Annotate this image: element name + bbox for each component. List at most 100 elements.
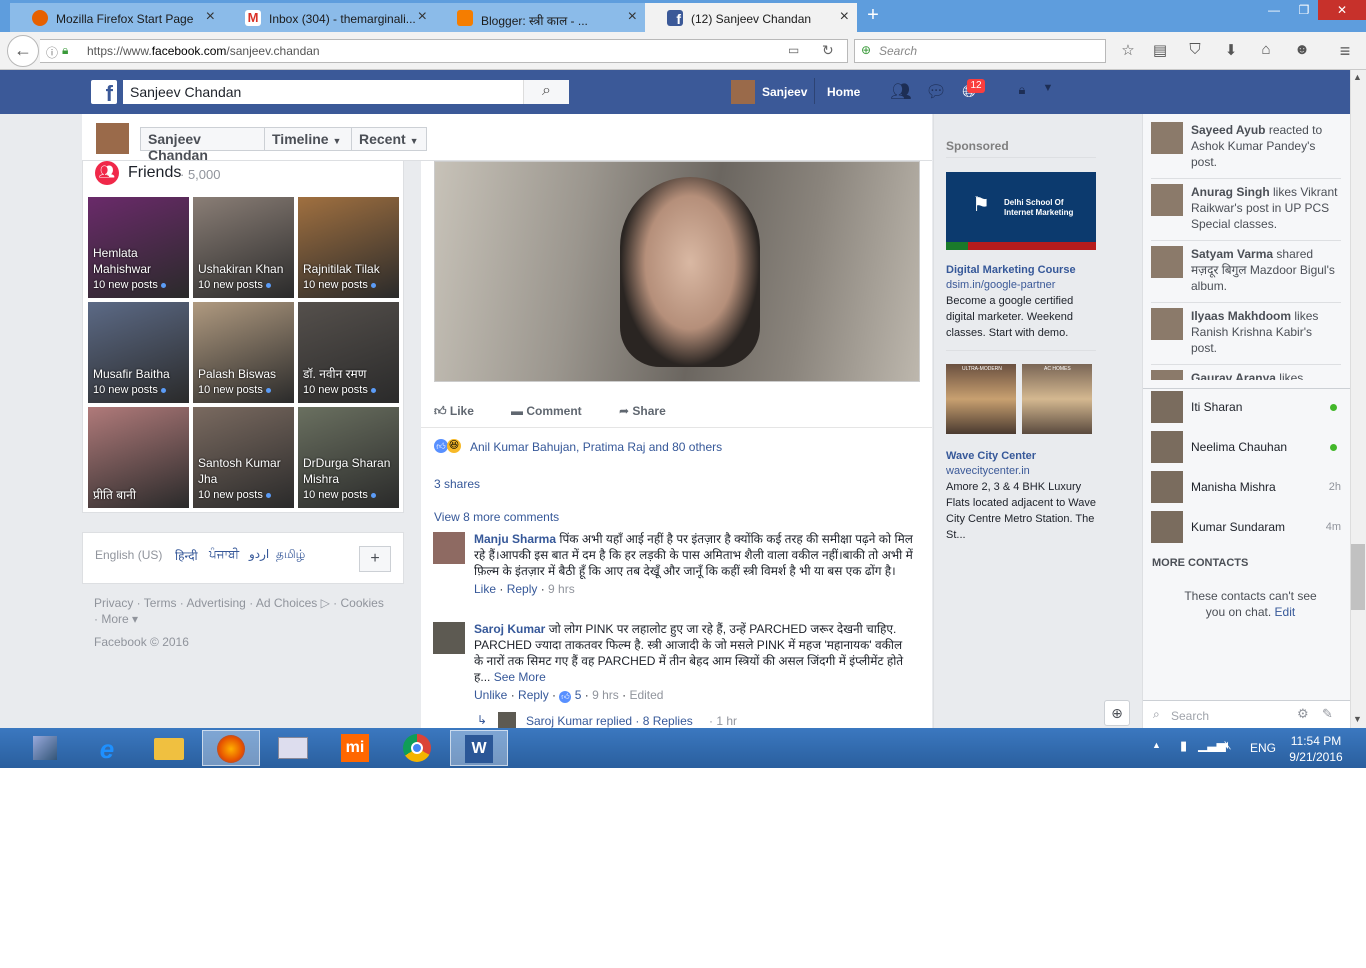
comment-unlike-link[interactable]: Unlike [474, 688, 507, 702]
tab-gmail-inbox[interactable]: M Inbox (304) - themarginali... × [223, 3, 435, 32]
friend-name[interactable]: Rajnitilak Tilak [303, 261, 380, 277]
footer-link-advertising[interactable]: Advertising [186, 596, 245, 610]
chat-search-bar[interactable]: ⌕ Search ⚙ ✎ [1143, 700, 1350, 728]
ad-image[interactable]: AC HOMES [1022, 364, 1092, 434]
friend-name[interactable]: प्रीति बानी [93, 487, 136, 503]
chat-contact[interactable]: Iti Sharan [1151, 391, 1341, 423]
hello-icon[interactable]: ☻ [1292, 41, 1312, 61]
url-bar[interactable]: ⓘ 🔒︎ https://www.facebook.com/sanjeev.ch… [40, 39, 848, 63]
close-icon[interactable]: × [418, 8, 427, 26]
pocket-icon[interactable]: ⛉ [1185, 41, 1205, 61]
comment-author[interactable]: Saroj Kumar [474, 622, 545, 636]
reading-list-icon[interactable]: ▤ [1150, 41, 1170, 61]
new-tab-button[interactable]: + [862, 4, 884, 28]
ticker-item[interactable]: Anurag Singh likes Vikrant Raikwar's pos… [1151, 184, 1341, 232]
timeline-tab[interactable]: Timeline ▼ [264, 127, 352, 151]
post-image[interactable] [434, 161, 920, 382]
facebook-logo[interactable]: f [91, 80, 117, 106]
mi-icon[interactable]: mi [326, 730, 384, 766]
windows-start-icon[interactable] [16, 730, 74, 766]
friend-tile[interactable]: Rajnitilak Tilak 10 new posts [298, 197, 399, 298]
comment-like-link[interactable]: Like [474, 582, 496, 596]
recent-tab[interactable]: Recent ▼ [351, 127, 427, 151]
chrome-icon[interactable] [388, 730, 446, 766]
language-indicator[interactable]: ENG [1250, 741, 1276, 755]
gear-icon[interactable]: ⚙ [1297, 706, 1309, 722]
profile-link[interactable]: Sanjeev [762, 85, 807, 99]
ticker-item[interactable]: Ilyaas Makhdoom likes Ranish Krishna Kab… [1151, 308, 1341, 356]
language-tamil[interactable]: தமிழ் [276, 547, 305, 563]
home-link[interactable]: Home [827, 85, 860, 99]
friends-title[interactable]: Friends [128, 164, 181, 182]
friend-tile[interactable]: DrDurga Sharan Mishra 10 new posts [298, 407, 399, 508]
comment-button[interactable]: ▬ Comment [511, 404, 582, 418]
share-button[interactable]: ➦ Share [619, 404, 666, 418]
tray-arrow-icon[interactable]: ▲ [1152, 740, 1161, 750]
info-icon[interactable]: ⓘ [46, 44, 58, 61]
tab-firefox-start[interactable]: Mozilla Firefox Start Page × [10, 3, 223, 32]
footer-link-privacy[interactable]: Privacy [94, 596, 133, 610]
privacy-shortcuts-icon[interactable]: 🔒︎ [1010, 82, 1034, 102]
comment-author[interactable]: Manju Sharma [474, 532, 556, 546]
language-punjabi[interactable]: ਪੰਜਾਬੀ [209, 547, 239, 562]
browser-search-input[interactable]: ⊕ Search [854, 39, 1106, 63]
friend-name[interactable]: DrDurga Sharan Mishra [303, 455, 399, 487]
friend-name[interactable]: Santosh Kumar Jha [198, 455, 294, 487]
compose-icon[interactable]: ✎ [1322, 706, 1333, 722]
friend-tile[interactable]: डॉ. नवीन रमण 10 new posts [298, 302, 399, 403]
friend-name[interactable]: Palash Biswas [198, 366, 276, 382]
footer-link-ad-choices[interactable]: Ad Choices [256, 596, 317, 610]
comment-like-count[interactable]: 5 [575, 688, 582, 702]
ad-image[interactable]: ⚑ Delhi School Of Internet Marketing [946, 172, 1096, 250]
account-menu-icon[interactable]: ▼ [1036, 82, 1060, 102]
avatar[interactable] [96, 123, 129, 154]
facebook-search-input[interactable]: Sanjeev Chandan [123, 80, 569, 104]
ad-title[interactable]: Wave City Center [946, 450, 1036, 462]
firefox-taskbar-icon[interactable] [202, 730, 260, 766]
edit-link[interactable]: Edit [1275, 605, 1296, 619]
close-icon[interactable]: × [206, 8, 215, 26]
ad-image[interactable]: ULTRA-MODERN [946, 364, 1016, 434]
ad-url[interactable]: dsim.in/google-partner [946, 279, 1055, 291]
footer-link-terms[interactable]: Terms [144, 596, 177, 610]
scroll-up-icon[interactable]: ▲ [1353, 72, 1362, 82]
reader-view-icon[interactable]: ▭ [788, 43, 799, 57]
battery-icon[interactable]: ▮ [1180, 738, 1187, 754]
maximize-button[interactable]: ❐ [1290, 0, 1318, 20]
ticker-item[interactable]: Satyam Varma shared मज़दूर बिगुल Mazdoor… [1151, 246, 1341, 294]
chat-contact[interactable]: Kumar Sundaram 4m [1151, 511, 1341, 543]
see-more-link[interactable]: See More [494, 670, 546, 684]
language-urdu[interactable]: اردو [249, 547, 269, 561]
volume-icon[interactable]: 🔇︎ [1224, 738, 1232, 753]
comment-time[interactable]: 9 hrs [548, 582, 575, 596]
word-icon[interactable]: W [450, 730, 508, 766]
close-icon[interactable]: × [628, 8, 637, 26]
timeline-name-link[interactable]: Sanjeev Chandan [140, 127, 265, 163]
ticker-item[interactable]: Sayeed Ayub reacted to Ashok Kumar Pande… [1151, 122, 1341, 170]
home-icon[interactable]: ⌂ [1256, 41, 1276, 61]
keyboard-icon[interactable] [264, 730, 322, 766]
language-hindi[interactable]: हिन्दी [175, 547, 198, 564]
avatar[interactable] [433, 532, 465, 564]
back-button[interactable]: ← [7, 35, 39, 67]
friend-requests-icon[interactable]: 👥︎ [889, 82, 913, 102]
footer-link-more[interactable]: More [101, 612, 128, 626]
add-language-button[interactable]: + [359, 546, 391, 572]
friend-tile[interactable]: Musafir Baitha 10 new posts [88, 302, 189, 403]
friend-tile[interactable]: Hemlata Mahishwar 10 new posts [88, 197, 189, 298]
ad-url[interactable]: wavecitycenter.in [946, 465, 1030, 477]
friend-name[interactable]: Hemlata Mahishwar [93, 245, 189, 277]
chat-contact[interactable]: Manisha Mishra 2h [1151, 471, 1341, 503]
friend-tile[interactable]: Santosh Kumar Jha 10 new posts [193, 407, 294, 508]
signal-icon[interactable]: ▁▃▅ [1198, 738, 1226, 752]
page-scrollbar[interactable]: ▲ ▼ [1350, 70, 1366, 728]
internet-explorer-icon[interactable]: e [78, 730, 136, 766]
reactions-summary[interactable]: Anil Kumar Bahujan, Pratima Raj and 80 o… [470, 440, 722, 454]
bookmark-star-icon[interactable]: ☆ [1118, 41, 1138, 61]
friend-name[interactable]: डॉ. नवीन रमण [303, 366, 376, 382]
close-icon[interactable]: × [840, 8, 849, 26]
scrollbar-thumb[interactable] [1351, 544, 1365, 610]
shares-link[interactable]: 3 shares [434, 477, 480, 491]
ad-title[interactable]: Digital Marketing Course [946, 264, 1076, 276]
messages-icon[interactable]: 💬︎ [924, 82, 948, 102]
